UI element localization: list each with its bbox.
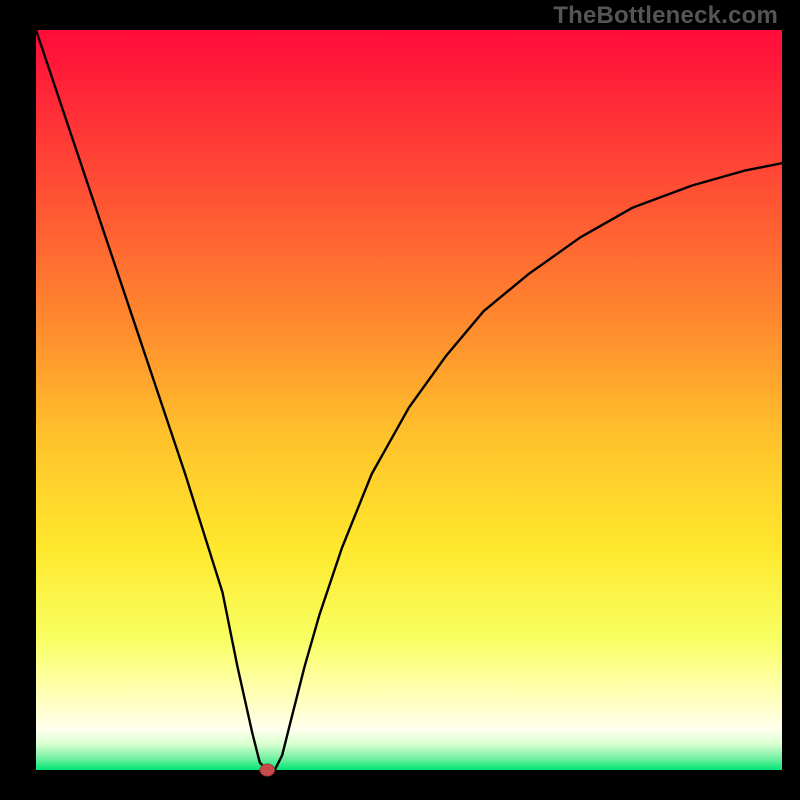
chart-svg xyxy=(0,0,800,800)
chart-frame: TheBottleneck.com xyxy=(0,0,800,800)
watermark-text: TheBottleneck.com xyxy=(553,2,778,30)
marker-dot xyxy=(260,764,274,776)
plot-background xyxy=(36,30,782,770)
